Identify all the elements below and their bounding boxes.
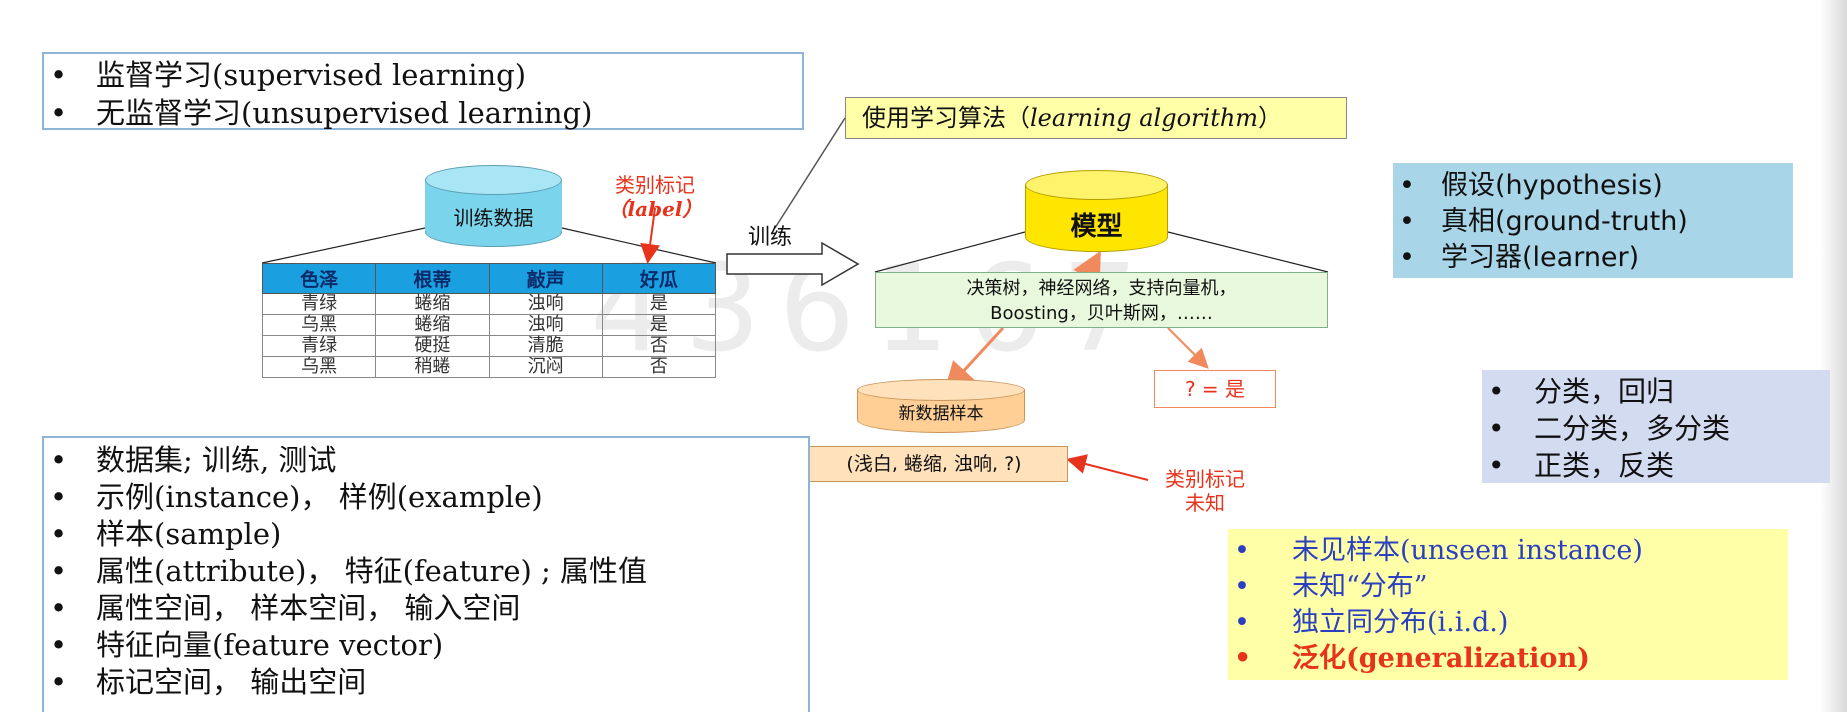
table-row: 乌黑 蜷缩 浊响 是 — [261, 314, 717, 336]
table-cell: 蜷缩 — [375, 314, 490, 336]
list-item: 未见样本(unseen instance) — [1228, 533, 1788, 569]
algorithms-box: 决策树，神经网络，支持向量机， Boosting，贝叶斯网，…… — [875, 272, 1328, 328]
table-cell: 沉闷 — [488, 356, 603, 378]
watermelon-table: 色泽 根蒂 敲声 好瓜 青绿 蜷缩 浊响 是 乌黑 蜷缩 浊响 是 青绿 硬挺 … — [261, 263, 717, 378]
list-item: 示例(instance)， 样例(example) — [44, 479, 808, 516]
hypothesis-box: 假设(hypothesis) 真相(ground-truth) 学习器(lear… — [1393, 163, 1793, 278]
table-cell: 是 — [601, 314, 717, 336]
list-item: 未知“分布” — [1228, 569, 1788, 605]
sample-tuple-box: (浅白, 蜷缩, 浊响, ?) — [800, 446, 1068, 482]
table-cell: 否 — [601, 335, 717, 357]
table-cell: 浊响 — [488, 314, 603, 336]
concept-list: 数据集; 训练, 测试 示例(instance)， 样例(example) 样本… — [44, 442, 808, 701]
model-cylinder: 模型 — [1025, 170, 1168, 252]
list-item: 数据集; 训练, 测试 — [44, 442, 808, 479]
list-item: 泛化(generalization) — [1228, 641, 1788, 677]
model-label: 模型 — [1070, 212, 1123, 242]
list-item: 正类，反类 — [1482, 447, 1830, 484]
column-header: 敲声 — [488, 263, 603, 294]
table-cell: 蜷缩 — [375, 293, 490, 315]
label-note-line1: 类别标记 — [615, 173, 695, 197]
generalization-list: 未见样本(unseen instance) 未知“分布” 独立同分布(i.i.d… — [1228, 533, 1788, 677]
column-header: 根蒂 — [375, 263, 490, 294]
list-item: 学习器(learner) — [1393, 240, 1793, 276]
new-sample-label: 新数据样本 — [898, 404, 984, 424]
table-cell: 乌黑 — [261, 356, 377, 378]
unknown-label-line2: 未知 — [1185, 491, 1225, 515]
list-item: 样本(sample) — [44, 516, 808, 553]
list-item: 独立同分布(i.i.d.) — [1228, 605, 1788, 641]
unknown-label-line1: 类别标记 — [1165, 467, 1245, 491]
table-cell: 否 — [601, 356, 717, 378]
label-note: 类别标记 （label） — [595, 173, 715, 221]
new-sample-cylinder: 新数据样本 — [857, 379, 1025, 433]
list-item: 真相(ground-truth) — [1393, 204, 1793, 240]
list-item: 二分类，多分类 — [1482, 410, 1830, 447]
table-cell: 硬挺 — [375, 335, 490, 357]
label-note-line2: （label） — [607, 197, 703, 221]
prediction-box: ? = 是 — [1154, 370, 1276, 408]
table-cell: 青绿 — [261, 293, 377, 315]
generalization-box: 未见样本(unseen instance) 未知“分布” 独立同分布(i.i.d… — [1228, 529, 1788, 680]
list-item: 特征向量(feature vector) — [44, 627, 808, 664]
table-cell: 青绿 — [261, 335, 377, 357]
hypothesis-list: 假设(hypothesis) 真相(ground-truth) 学习器(lear… — [1393, 168, 1793, 276]
task-box: 分类，回归 二分类，多分类 正类，反类 — [1482, 370, 1830, 484]
column-header: 色泽 — [261, 263, 377, 294]
unknown-label-note: 类别标记 未知 — [1145, 467, 1265, 515]
table-cell: 浊响 — [488, 293, 603, 315]
table-cell: 是 — [601, 293, 717, 315]
concept-box: 数据集; 训练, 测试 示例(instance)， 样例(example) 样本… — [42, 436, 810, 712]
column-header: 好瓜 — [601, 263, 717, 294]
algorithms-line2: Boosting，贝叶斯网，…… — [990, 303, 1213, 324]
list-item: 分类，回归 — [1482, 373, 1830, 410]
list-item: 属性空间， 样本空间， 输入空间 — [44, 590, 808, 627]
table-cell: 稍蜷 — [375, 356, 490, 378]
table-cell: 乌黑 — [261, 314, 377, 336]
table-row: 乌黑 稍蜷 沉闷 否 — [261, 356, 717, 378]
list-item: 假设(hypothesis) — [1393, 168, 1793, 204]
table-row: 青绿 硬挺 清脆 否 — [261, 335, 717, 357]
table-header-row: 色泽 根蒂 敲声 好瓜 — [261, 263, 717, 294]
training-data-cylinder: 训练数据 — [425, 165, 562, 247]
table-row: 青绿 蜷缩 浊响 是 — [261, 293, 717, 315]
task-list: 分类，回归 二分类，多分类 正类，反类 — [1482, 373, 1830, 484]
list-item: 标记空间， 输出空间 — [44, 664, 808, 701]
algorithms-line1: 决策树，神经网络，支持向量机， — [966, 278, 1237, 299]
list-item: 属性(attribute)， 特征(feature) ; 属性值 — [44, 553, 808, 590]
table-cell: 清脆 — [488, 335, 603, 357]
train-arrow-label: 训练 — [748, 225, 793, 250]
training-data-label: 训练数据 — [453, 206, 534, 230]
